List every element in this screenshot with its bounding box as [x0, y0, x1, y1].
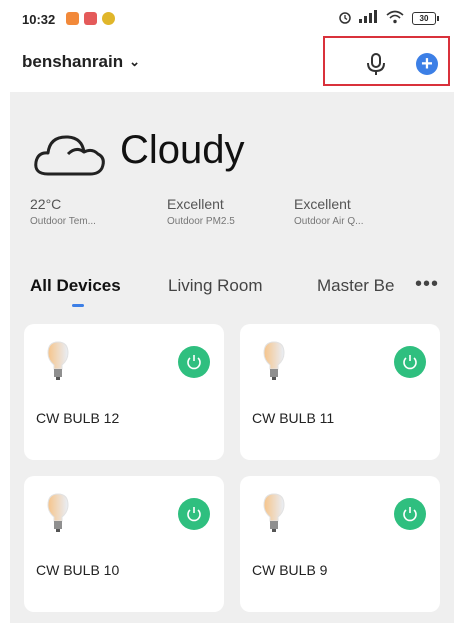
power-button[interactable]: [394, 498, 426, 530]
tab-living-room[interactable]: Living Room: [168, 276, 263, 296]
bulb-icon: [46, 492, 70, 534]
power-button[interactable]: [178, 346, 210, 378]
device-name: CW BULB 12: [36, 410, 120, 426]
metric-label: Outdoor Air Q...: [294, 216, 364, 227]
bulb-icon: [262, 492, 286, 534]
cloud-icon: [32, 124, 112, 180]
status-time: 10:32: [22, 12, 56, 27]
power-button[interactable]: [178, 498, 210, 530]
bulb-icon: [262, 340, 286, 382]
active-tab-indicator: [72, 304, 84, 307]
metric-label: Outdoor Tem...: [30, 216, 96, 227]
home-content: Cloudy 22°C Outdoor Tem... Excellent Out…: [10, 92, 454, 623]
more-icon[interactable]: •••: [415, 273, 439, 296]
battery-icon: 30: [412, 12, 439, 25]
alarm-icon: [338, 10, 352, 27]
wifi-icon: [386, 10, 404, 27]
device-card[interactable]: CW BULB 9: [240, 476, 440, 612]
notification-app-icon: [66, 12, 79, 25]
bulb-icon: [46, 340, 70, 382]
account-switcher[interactable]: benshanrain ⌄: [22, 52, 140, 72]
device-card[interactable]: CW BULB 11: [240, 324, 440, 460]
room-tabs: All Devices Living Room Master Be •••: [10, 260, 454, 307]
device-name: CW BULB 9: [252, 562, 328, 578]
tab-all-devices[interactable]: All Devices: [30, 276, 121, 296]
signal-icon: [358, 10, 380, 27]
app-header: benshanrain ⌄ +: [0, 36, 454, 92]
device-card[interactable]: CW BULB 10: [24, 476, 224, 612]
device-name: CW BULB 10: [36, 562, 120, 578]
weather-condition: Cloudy: [120, 128, 245, 172]
account-name: benshanrain: [22, 52, 124, 71]
power-button[interactable]: [394, 346, 426, 378]
metric-air-quality: Excellent Outdoor Air Q...: [294, 196, 363, 227]
device-card[interactable]: CW BULB 12: [24, 324, 224, 460]
metric-value: 22°C: [30, 196, 62, 212]
metric-label: Outdoor PM2.5: [167, 216, 235, 227]
status-bar: 10:32 30: [0, 0, 454, 36]
add-device-button[interactable]: +: [416, 53, 438, 75]
chevron-down-icon: ⌄: [129, 54, 140, 69]
notification-app-icon: [102, 12, 115, 25]
metric-value: Excellent: [167, 196, 224, 212]
device-name: CW BULB 11: [252, 410, 335, 426]
metric-pm25: Excellent Outdoor PM2.5: [167, 196, 235, 227]
metric-temperature: 22°C Outdoor Tem...: [30, 196, 96, 227]
microphone-icon[interactable]: [365, 52, 387, 76]
metric-value: Excellent: [294, 196, 351, 212]
tab-master-bedroom[interactable]: Master Be: [317, 276, 394, 296]
notification-app-icon: [84, 12, 97, 25]
